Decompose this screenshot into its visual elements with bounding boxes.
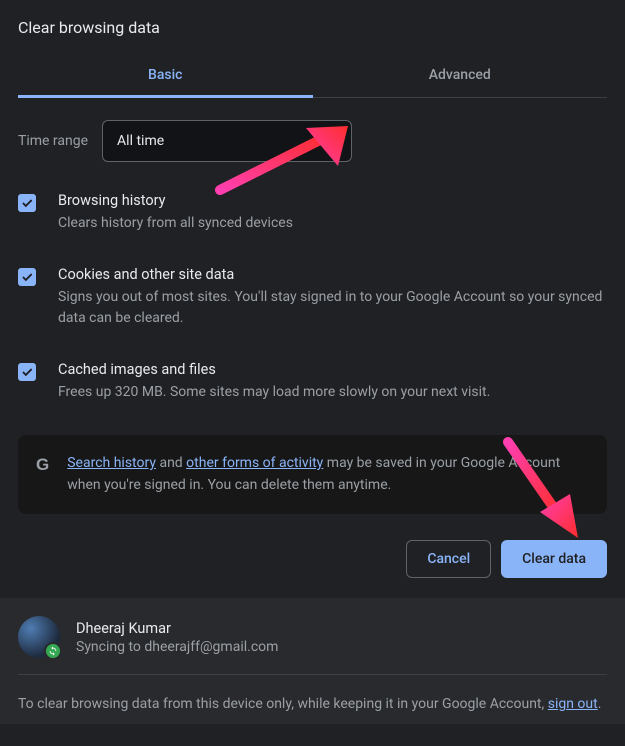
account-sync-status: Syncing to dheerajff@gmail.com — [76, 639, 278, 655]
time-range-label: Time range — [18, 133, 88, 149]
checkbox-browsing-history[interactable] — [18, 194, 36, 212]
option-desc-cookies: Signs you out of most sites. You'll stay… — [58, 287, 607, 329]
google-logo-icon: G — [36, 455, 49, 475]
checkbox-cookies[interactable] — [18, 268, 36, 286]
link-search-history[interactable]: Search history — [67, 455, 156, 471]
time-range-value: All time — [117, 133, 164, 149]
time-range-select[interactable]: All time ▼ — [102, 120, 352, 162]
option-title-cache: Cached images and files — [58, 361, 607, 378]
tab-basic[interactable]: Basic — [18, 57, 313, 98]
chevron-down-icon: ▼ — [326, 135, 337, 148]
option-desc-history: Clears history from all synced devices — [58, 213, 607, 234]
tab-advanced[interactable]: Advanced — [313, 57, 608, 97]
cancel-button[interactable]: Cancel — [406, 540, 491, 578]
account-name: Dheeraj Kumar — [76, 620, 278, 637]
option-desc-cache: Frees up 320 MB. Some sites may load mor… — [58, 382, 607, 403]
dialog-title: Clear browsing data — [18, 18, 607, 37]
check-icon — [20, 270, 34, 284]
check-icon — [20, 365, 34, 379]
check-icon — [20, 196, 34, 210]
clear-data-button[interactable]: Clear data — [501, 540, 607, 578]
footer-message: To clear browsing data from this device … — [18, 693, 607, 715]
option-title-history: Browsing history — [58, 192, 607, 209]
tab-bar: Basic Advanced — [18, 57, 607, 98]
checkbox-cache[interactable] — [18, 363, 36, 381]
avatar — [18, 616, 60, 658]
link-other-activity[interactable]: other forms of activity — [186, 455, 323, 471]
link-sign-out[interactable]: sign out — [548, 696, 598, 712]
google-account-info: G Search history and other forms of acti… — [18, 435, 607, 514]
option-title-cookies: Cookies and other site data — [58, 266, 607, 283]
sync-badge-icon — [44, 642, 62, 660]
